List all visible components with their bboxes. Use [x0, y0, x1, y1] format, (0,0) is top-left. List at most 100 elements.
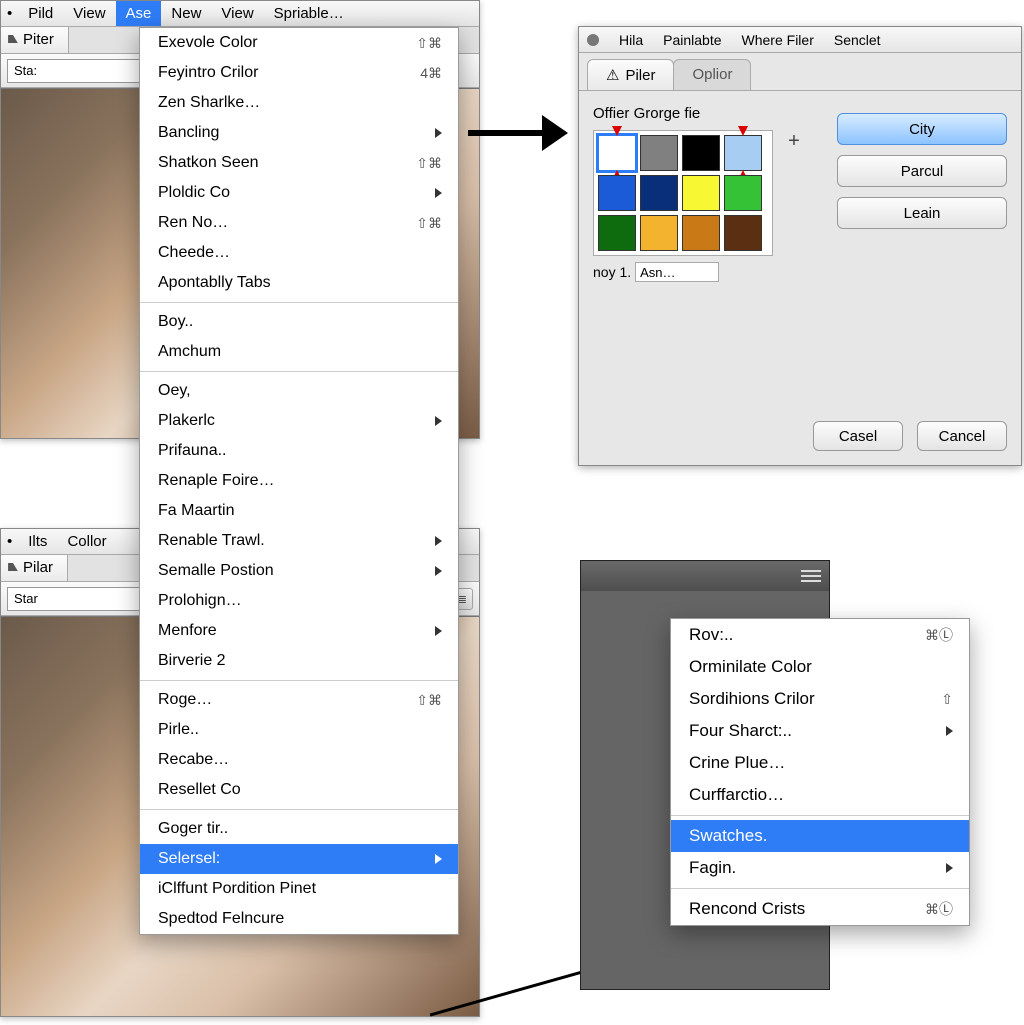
dialog-tab[interactable]: Oplior — [673, 59, 751, 90]
menu-row[interactable]: Apontablly Tabs — [140, 268, 458, 298]
menu-row[interactable]: Cheede… — [140, 238, 458, 268]
menu-row-label: Curffarctio… — [689, 785, 953, 805]
document-tab[interactable]: Piter — [1, 27, 69, 53]
menu-row[interactable]: Roge…⇧⌘ — [140, 685, 458, 715]
menu-row[interactable]: Ploldic Co — [140, 178, 458, 208]
menu-row[interactable]: Plakerlc — [140, 406, 458, 436]
menu-row[interactable]: Prolohign… — [140, 586, 458, 616]
menu-item[interactable]: Pild — [18, 1, 63, 26]
menu-row-label: Ren No… — [158, 214, 400, 232]
warning-icon: ⚠ — [606, 66, 619, 84]
color-swatch[interactable] — [598, 135, 636, 171]
footer-prefix: noy 1. — [593, 264, 631, 280]
color-swatch[interactable] — [724, 135, 762, 171]
menu-item[interactable]: View — [63, 1, 115, 26]
menu-row[interactable]: Prifauna.. — [140, 436, 458, 466]
menu-row[interactable]: Sordihions Crilor⇧ — [671, 683, 969, 715]
menu-row-label: Recabe… — [158, 751, 442, 769]
dialog-button[interactable]: Cancel — [917, 421, 1007, 451]
menu-row[interactable]: Semalle Postion — [140, 556, 458, 586]
menu-separator — [671, 888, 969, 889]
menu-item[interactable]: Ase — [116, 1, 162, 26]
chevron-right-icon — [435, 128, 442, 138]
menu-row-label: Four Sharct:.. — [689, 721, 946, 741]
menu-row[interactable]: Fagin. — [671, 852, 969, 884]
menu-row-label: Sordihions Crilor — [689, 689, 941, 709]
menu-row[interactable]: Bancling — [140, 118, 458, 148]
titlebar-item[interactable]: Hila — [619, 32, 643, 48]
titlebar-item[interactable]: Where Filer — [742, 32, 814, 48]
color-swatch[interactable] — [682, 175, 720, 211]
menu-row[interactable]: Birverie 2 — [140, 646, 458, 676]
menu-item[interactable]: Collor — [57, 529, 116, 554]
menu-row[interactable]: Goger tir.. — [140, 814, 458, 844]
document-tab[interactable]: Pilar — [1, 555, 68, 581]
dialog-button[interactable]: Leain — [837, 197, 1007, 229]
menu-row[interactable]: Crine Plue… — [671, 747, 969, 779]
color-swatch[interactable] — [682, 135, 720, 171]
close-dot-icon[interactable] — [587, 34, 599, 46]
menu-row[interactable]: iClffunt Pordition Pinet — [140, 874, 458, 904]
menu-row-label: Amchum — [158, 343, 442, 361]
menu-item[interactable]: Spriable… — [264, 1, 354, 26]
color-swatch[interactable] — [640, 135, 678, 171]
color-swatch[interactable] — [598, 215, 636, 251]
chevron-right-icon — [435, 188, 442, 198]
menu-row[interactable]: Recabe… — [140, 745, 458, 775]
menu-row[interactable]: Shatkon Seen⇧⌘ — [140, 148, 458, 178]
menu-row[interactable]: Boy.. — [140, 307, 458, 337]
menu-row-label: Birverie 2 — [158, 652, 442, 670]
menu-separator — [140, 371, 458, 372]
dialog-tab[interactable]: ⚠Piler — [587, 59, 674, 90]
menu-separator — [671, 815, 969, 816]
menu-row[interactable]: Ren No…⇧⌘ — [140, 208, 458, 238]
menu-row[interactable]: Selersel: — [140, 844, 458, 874]
color-swatch[interactable] — [598, 175, 636, 211]
titlebar-item[interactable]: Painlabte — [663, 32, 721, 48]
menu-row[interactable]: Menfore — [140, 616, 458, 646]
menu-row[interactable]: Resellet Co — [140, 775, 458, 805]
menu-row[interactable]: Amchum — [140, 337, 458, 367]
menu-row[interactable]: Pirle.. — [140, 715, 458, 745]
menu-row-label: Pirle.. — [158, 721, 442, 739]
menu-row[interactable]: Rencond Crists⌘Ⓛ — [671, 893, 969, 925]
arrow-down-icon — [612, 126, 622, 136]
menu-row[interactable]: Fa Maartin — [140, 496, 458, 526]
menu-item[interactable]: New — [161, 1, 211, 26]
menu-row[interactable]: Exevole Color⇧⌘ — [140, 28, 458, 58]
footer-input[interactable] — [635, 262, 719, 282]
color-swatch[interactable] — [724, 175, 762, 211]
menu-row-label: Prolohign… — [158, 592, 442, 610]
menu-row[interactable]: Swatches. — [671, 820, 969, 852]
color-swatch[interactable] — [682, 215, 720, 251]
menu-row[interactable]: Curffarctio… — [671, 779, 969, 811]
color-swatch[interactable] — [724, 215, 762, 251]
add-swatch-button[interactable]: + — [783, 130, 805, 153]
panel-popup-menu: Rov:..⌘ⓁOrminilate ColorSordihions Crilo… — [670, 618, 970, 926]
color-swatch[interactable] — [640, 215, 678, 251]
menu-shortcut: ⌘Ⓛ — [925, 899, 953, 919]
menu-row-label: Menfore — [158, 622, 435, 640]
panel-menu-icon[interactable] — [801, 570, 821, 582]
dialog-button[interactable]: Parcul — [837, 155, 1007, 187]
menu-row[interactable]: Four Sharct:.. — [671, 715, 969, 747]
menu-row[interactable]: Renaple Foire… — [140, 466, 458, 496]
dialog-button[interactable]: City — [837, 113, 1007, 145]
menu-row[interactable]: Spedtod Felncure — [140, 904, 458, 934]
menu-item[interactable]: View — [211, 1, 263, 26]
menu-item[interactable]: Ilts — [18, 529, 57, 554]
titlebar-item[interactable]: Senclet — [834, 32, 881, 48]
menubar: • PildViewAseNewViewSpriable… — [1, 1, 479, 27]
menu-row[interactable]: Orminilate Color — [671, 651, 969, 683]
color-swatch[interactable] — [640, 175, 678, 211]
dialog-button[interactable]: Casel — [813, 421, 903, 451]
swatch-grid — [593, 130, 773, 256]
apple-menu-icon: • — [7, 533, 12, 550]
menu-row[interactable]: Renable Trawl. — [140, 526, 458, 556]
menu-row[interactable]: Oey, — [140, 376, 458, 406]
chevron-right-icon — [435, 416, 442, 426]
menu-row[interactable]: Feyintro Crilor4⌘ — [140, 58, 458, 88]
menu-row[interactable]: Rov:..⌘Ⓛ — [671, 619, 969, 651]
menu-row-label: Swatches. — [689, 826, 953, 846]
menu-row[interactable]: Zen Sharlke… — [140, 88, 458, 118]
